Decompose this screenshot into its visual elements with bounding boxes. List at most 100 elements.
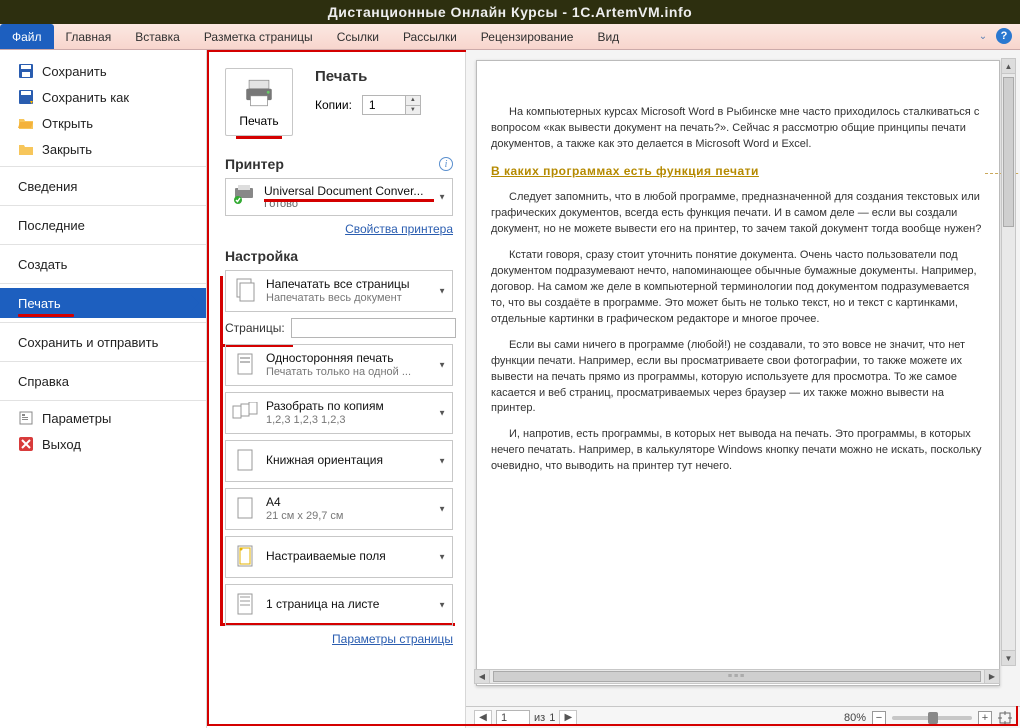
a4-icon <box>232 494 258 524</box>
print-settings-panel: Печать Печать Копии: 1 ▲ ▼ Пр <box>207 50 465 728</box>
zoom-slider[interactable] <box>892 716 972 720</box>
zoom-slider-thumb[interactable] <box>928 712 938 724</box>
stepper-down-icon[interactable]: ▼ <box>406 106 420 115</box>
zoom-control: 80% − + <box>844 711 1012 725</box>
print-button-label: Печать <box>239 114 278 128</box>
setting-title: 1 страница на листе <box>266 598 379 612</box>
setting-collate[interactable]: Разобрать по копиям 1,2,3 1,2,3 1,2,3 ▼ <box>225 392 453 434</box>
tab-home[interactable]: Главная <box>54 24 124 49</box>
zoom-in-button[interactable]: + <box>978 711 992 725</box>
info-icon[interactable]: i <box>439 157 453 171</box>
zoom-value: 80% <box>844 712 866 724</box>
nav-info[interactable]: Сведения <box>0 171 206 201</box>
nav-info-label: Сведения <box>18 179 77 194</box>
print-preview-panel: На компьютерных курсах Microsoft Word в … <box>465 50 1020 728</box>
next-page-button[interactable]: ▶ <box>559 710 577 726</box>
setting-title: A4 <box>266 496 344 510</box>
tab-view[interactable]: Вид <box>585 24 631 49</box>
copies-value[interactable]: 1 <box>363 96 405 114</box>
app-title: Дистанционные Онлайн Курсы - 1C.ArtemVM.… <box>328 4 692 20</box>
nav-save[interactable]: Сохранить <box>0 58 206 84</box>
nav-help[interactable]: Справка <box>0 366 206 396</box>
page-navigator: ◀ 1 из 1 ▶ <box>474 710 577 726</box>
help-icon[interactable]: ? <box>996 28 1012 44</box>
nav-share-label: Сохранить и отправить <box>18 335 158 350</box>
chevron-down-icon: ▼ <box>438 553 446 562</box>
preview-page: На компьютерных курсах Microsoft Word в … <box>476 60 1000 686</box>
setting-paper-size[interactable]: A4 21 см x 29,7 см ▼ <box>225 488 453 530</box>
scroll-thumb[interactable]: ≡≡≡ <box>493 671 981 682</box>
nav-save-as[interactable]: Сохранить как <box>0 84 206 110</box>
open-icon <box>18 115 34 131</box>
backstage-left-nav: Сохранить Сохранить как Открыть Закрыть … <box>0 50 207 728</box>
settings-section-header: Настройка <box>225 248 298 264</box>
setting-sides[interactable]: Односторонняя печать Печатать только на … <box>225 344 453 386</box>
scroll-down-icon[interactable]: ▼ <box>1002 650 1015 665</box>
zoom-out-button[interactable]: − <box>872 711 886 725</box>
doc-paragraph: Кстати говоря, сразу стоит уточнить поня… <box>491 248 985 328</box>
ribbon-collapse-icon[interactable]: ⌄ <box>976 29 990 43</box>
doc-heading: В каких программах есть функция печати <box>491 163 985 180</box>
page-sep: из <box>534 712 545 724</box>
print-header: Печать <box>315 68 453 85</box>
chevron-down-icon: ▼ <box>438 287 446 296</box>
scroll-left-icon[interactable]: ◀ <box>475 670 490 683</box>
save-as-icon <box>18 89 34 105</box>
nav-close[interactable]: Закрыть <box>0 136 206 162</box>
stepper-up-icon[interactable]: ▲ <box>406 96 420 106</box>
printer-selector[interactable]: Universal Document Conver... Готово ▼ <box>225 178 453 216</box>
setting-orientation[interactable]: Книжная ориентация ▼ <box>225 440 453 482</box>
tab-review[interactable]: Рецензирование <box>469 24 586 49</box>
doc-paragraph: Следует запомнить, что в любой программе… <box>491 190 985 238</box>
options-icon <box>18 410 34 426</box>
tab-file[interactable]: Файл <box>0 24 54 49</box>
annotation-underline <box>264 199 434 202</box>
pages-range-label: Страницы: <box>225 321 285 335</box>
printer-properties-link[interactable]: Свойства принтера <box>225 222 453 236</box>
nav-new[interactable]: Создать <box>0 249 206 279</box>
copies-label: Копии: <box>315 98 352 112</box>
doc-paragraph: На компьютерных курсах Microsoft Word в … <box>491 105 985 153</box>
print-button[interactable]: Печать <box>225 68 293 136</box>
printer-selected-icon <box>232 185 256 210</box>
nav-open[interactable]: Открыть <box>0 110 206 136</box>
setting-title: Напечатать все страницы <box>266 278 410 292</box>
nav-options[interactable]: Параметры <box>0 405 206 431</box>
doc-paragraph: И, напротив, есть программы, в которых н… <box>491 427 985 475</box>
margins-icon <box>232 542 258 572</box>
chevron-down-icon: ▼ <box>438 361 446 370</box>
chevron-down-icon: ▼ <box>438 457 446 466</box>
chevron-down-icon: ▼ <box>438 601 446 610</box>
setting-sub: Печатать только на одной ... <box>266 366 411 379</box>
setting-margins[interactable]: Настраиваемые поля ▼ <box>225 536 453 578</box>
collate-icon <box>232 398 258 428</box>
vertical-scrollbar[interactable]: ▲ ▼ <box>1001 58 1016 666</box>
copies-stepper[interactable]: 1 ▲ ▼ <box>362 95 421 115</box>
page-current-input[interactable]: 1 <box>496 710 530 726</box>
page-total: 1 <box>549 712 555 724</box>
setting-print-scope[interactable]: Напечатать все страницы Напечатать весь … <box>225 270 453 312</box>
tab-page-layout[interactable]: Разметка страницы <box>192 24 325 49</box>
scroll-up-icon[interactable]: ▲ <box>1002 59 1015 74</box>
doc-paragraph: Если вы сами ничего в программе (любой!)… <box>491 338 985 418</box>
setting-sub: 21 см x 29,7 см <box>266 510 344 523</box>
setting-title: Разобрать по копиям <box>266 400 384 414</box>
setting-pages-per-sheet[interactable]: 1 страница на листе ▼ <box>225 584 453 626</box>
annotation-underline <box>18 314 74 317</box>
nav-print[interactable]: Печать <box>0 288 206 318</box>
setting-sub: 1,2,3 1,2,3 1,2,3 <box>266 414 384 427</box>
scroll-thumb[interactable] <box>1003 77 1014 227</box>
tab-references[interactable]: Ссылки <box>325 24 391 49</box>
prev-page-button[interactable]: ◀ <box>474 710 492 726</box>
pages-range-input[interactable] <box>291 318 456 338</box>
fit-page-icon[interactable] <box>998 711 1012 725</box>
tab-insert[interactable]: Вставка <box>123 24 192 49</box>
nav-recent[interactable]: Последние <box>0 210 206 240</box>
tab-mailings[interactable]: Рассылки <box>391 24 469 49</box>
nav-exit[interactable]: Выход <box>0 431 206 457</box>
nav-share[interactable]: Сохранить и отправить <box>0 327 206 357</box>
ribbon: Файл Главная Вставка Разметка страницы С… <box>0 24 1020 50</box>
page-setup-link[interactable]: Параметры страницы <box>225 632 453 646</box>
scroll-right-icon[interactable]: ▶ <box>984 670 999 683</box>
horizontal-scrollbar[interactable]: ◀ ≡≡≡ ▶ <box>474 669 1000 684</box>
